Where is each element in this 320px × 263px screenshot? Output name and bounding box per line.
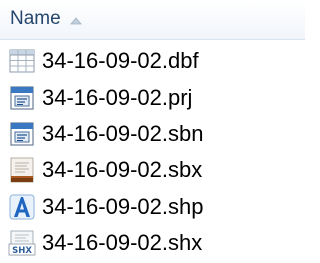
name-column-label: Name	[10, 8, 61, 29]
file-row[interactable]: 34-16-09-02.sbn	[0, 116, 305, 152]
document-file-icon	[8, 84, 36, 112]
file-name: 34-16-09-02.sbx	[42, 157, 203, 182]
shx-file-icon: SHX	[8, 229, 36, 257]
document-file-icon	[8, 120, 36, 148]
file-name: 34-16-09-02.sbn	[42, 121, 204, 146]
file-name: 34-16-09-02.prj	[42, 85, 193, 110]
file-row[interactable]: 34-16-09-02.dbf	[0, 43, 305, 79]
file-list-panel: Name 34-16-09-02.dbf 34-16-09-02.prj 34-…	[0, 0, 305, 263]
file-row[interactable]: 34-16-09-02.shp	[0, 189, 305, 225]
name-column-header[interactable]: Name	[0, 0, 305, 40]
sort-ascending-icon	[70, 12, 82, 30]
file-row[interactable]: 34-16-09-02.sbx	[0, 152, 305, 188]
index-file-icon	[8, 156, 36, 184]
file-name: 34-16-09-02.dbf	[42, 48, 199, 73]
file-row[interactable]: 34-16-09-02.prj	[0, 80, 305, 116]
svg-text:SHX: SHX	[12, 246, 32, 256]
shapefile-icon	[8, 193, 36, 221]
file-name: 34-16-09-02.shp	[42, 194, 204, 219]
file-row[interactable]: SHX 34-16-09-02.shx	[0, 225, 305, 261]
table-file-icon	[8, 47, 36, 75]
file-name: 34-16-09-02.shx	[42, 230, 203, 255]
